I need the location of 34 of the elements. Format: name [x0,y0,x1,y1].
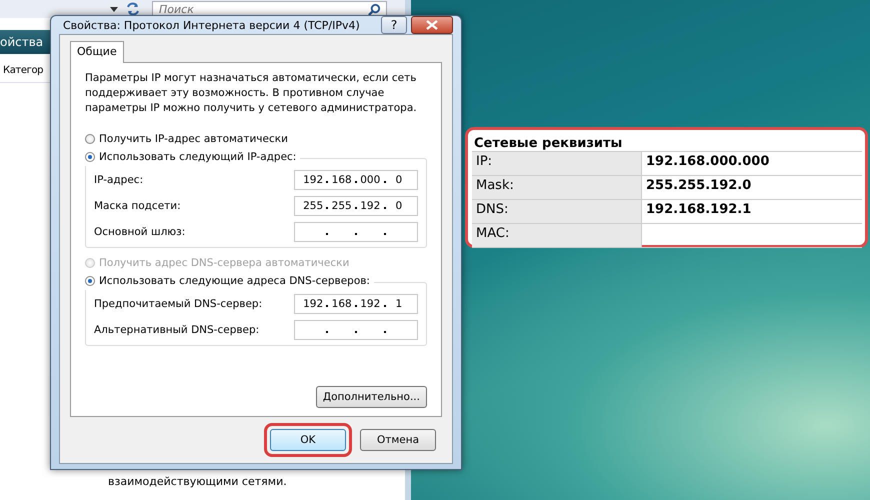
refresh-icon[interactable] [126,2,140,16]
help-button[interactable]: ? [381,16,407,34]
advanced-button[interactable]: Дополнительно... [316,386,427,408]
ip-address-field[interactable] [294,320,418,340]
dialog-button[interactable]: Отмена [360,429,436,451]
dialog-button[interactable]: OK [270,429,346,451]
table-cell: MAC: [472,224,642,248]
close-icon [426,20,438,30]
table-cell: 192.168.000.000 [642,152,862,176]
window-title: Свойства: Протокол Интернета версии 4 (TCP/IPv4) [62,18,361,32]
field-label: Основной шлюз: [94,226,186,238]
field-label: IP-адрес: [94,174,144,186]
table-cell: 255.255.192.0 [642,176,862,200]
table-cell: DNS: [472,200,642,224]
table-cell: Mask: [472,176,642,200]
ip-address-field[interactable]: 255 255 192 0 [294,196,418,216]
dropdown-arrow-icon[interactable] [110,6,118,12]
radio-option[interactable]: Получить IP-адрес автоматически [85,130,427,148]
close-button[interactable] [411,16,453,34]
column-header[interactable]: Категор [3,64,44,76]
ip-address-field[interactable]: 192 168 192 1 [294,294,418,314]
field-label: Альтернативный DNS-сервер: [94,324,260,336]
description-text: взаимодействующими сетями. [108,475,287,488]
table-cell: 192.168.192.1 [642,200,862,224]
card-title: Сетевые реквизиты [473,136,624,151]
tab[interactable]: Общие [70,41,124,63]
field-label: Маска подсети: [94,200,181,212]
field-label: Предпочитаемый DNS-сервер: [94,298,262,310]
description-text: Параметры IP могут назначаться автоматически, если сеть поддерживает эту возможность. В противном случае параметры IP можно получить у сетевого администратора. [85,71,418,116]
toolbar-button[interactable]: ойства [0,35,44,49]
table-cell: IP: [472,152,642,176]
ip-address-field[interactable] [294,222,418,242]
search-icon [368,2,381,16]
ip-address-field[interactable]: 192 168 000 0 [294,170,418,190]
